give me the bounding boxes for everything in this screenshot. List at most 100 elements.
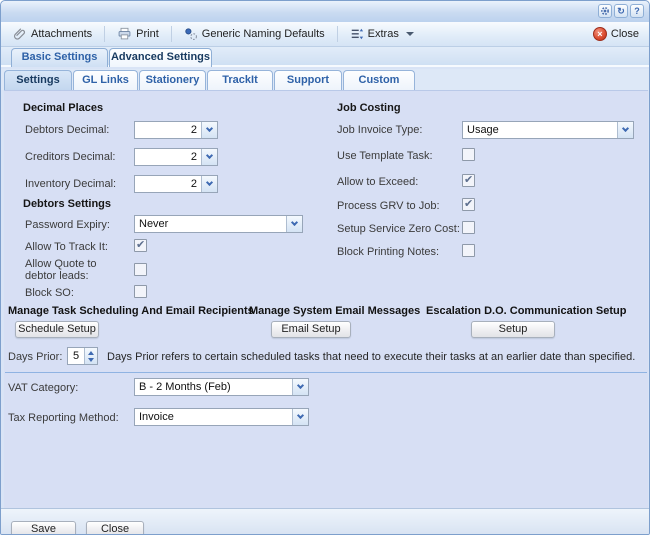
- field-label: Block SO:: [25, 287, 74, 299]
- password-expiry-select[interactable]: Never: [134, 215, 303, 233]
- chevron-down-icon[interactable]: [201, 176, 217, 192]
- chevron-down-icon[interactable]: [201, 149, 217, 165]
- select-value: 2: [135, 149, 201, 165]
- close-button-footer[interactable]: Close: [86, 521, 144, 535]
- subtab-custom-fields[interactable]: Custom Fields: [343, 70, 415, 90]
- chevron-down-icon[interactable]: [286, 216, 302, 232]
- heading-manage-task-scheduling: Manage Task Scheduling And Email Recipie…: [8, 305, 254, 317]
- field-label: Block Printing Notes:: [337, 246, 439, 258]
- heading-escalation-do-setup: Escalation D.O. Communication Setup: [426, 305, 626, 317]
- escalation-setup-button[interactable]: Setup: [471, 321, 555, 338]
- chevron-down-icon[interactable]: [617, 122, 633, 138]
- section-title-job-costing: Job Costing: [337, 102, 401, 114]
- print-button[interactable]: Print: [111, 25, 165, 43]
- days-prior-spinner[interactable]: 5: [67, 347, 98, 365]
- chevron-down-icon[interactable]: [201, 122, 217, 138]
- attachments-button[interactable]: Attachments: [7, 25, 98, 43]
- field-label: Use Template Task:: [337, 150, 433, 162]
- vat-category-select[interactable]: B - 2 Months (Feb): [134, 378, 309, 396]
- generic-naming-defaults-button[interactable]: Generic Naming Defaults: [178, 25, 331, 43]
- naming-defaults-icon: [184, 27, 198, 41]
- section-title-decimal-places: Decimal Places: [23, 102, 103, 114]
- field-label: Creditors Decimal:: [25, 151, 115, 163]
- select-value: Invoice: [135, 409, 292, 425]
- subtab-settings[interactable]: Settings: [4, 70, 72, 90]
- toolbar: Attachments Print Generic Naming Default…: [1, 22, 649, 47]
- settings-window: ↻ ? Attachments Print: [0, 0, 650, 535]
- field-label: Process GRV to Job:: [337, 200, 440, 212]
- heading-manage-system-email: Manage System Email Messages: [249, 305, 420, 317]
- field-label: Inventory Decimal:: [25, 178, 116, 190]
- footer-bar: Save Close: [1, 508, 649, 535]
- tax-reporting-method-select[interactable]: Invoice: [134, 408, 309, 426]
- setup-service-zero-cost-checkbox[interactable]: [462, 221, 475, 234]
- tab-label: Stationery: [146, 74, 200, 86]
- tab-label: Advanced Settings: [111, 51, 210, 63]
- subtab-stationery[interactable]: Stationery: [139, 70, 206, 90]
- days-prior-description: Days Prior refers to certain scheduled t…: [107, 351, 642, 363]
- tab-basic-settings[interactable]: Basic Settings: [11, 48, 108, 67]
- field-label: Allow To Track It:: [25, 241, 108, 253]
- printer-icon: [117, 27, 132, 41]
- field-label: Allow to Exceed:: [337, 176, 418, 188]
- tab-label: Basic Settings: [22, 51, 98, 63]
- save-button[interactable]: Save: [11, 521, 76, 535]
- close-icon: ×: [593, 27, 607, 41]
- inventory-decimal-select[interactable]: 2: [134, 175, 218, 193]
- field-label: Tax Reporting Method:: [8, 412, 119, 424]
- tab-label: TrackIt: [222, 74, 257, 86]
- select-value: Usage: [463, 122, 617, 138]
- close-label: Close: [611, 28, 639, 40]
- select-value: 2: [135, 122, 201, 138]
- subtab-gl-links[interactable]: GL Links: [73, 70, 138, 90]
- field-label: Password Expiry:: [25, 219, 110, 231]
- subtab-support-logs[interactable]: Support Logs: [274, 70, 342, 90]
- divider: [5, 372, 647, 373]
- spinner-down-icon[interactable]: [88, 358, 94, 362]
- main-tab-strip: Basic Settings Advanced Settings: [1, 47, 649, 67]
- refresh-icon: ↻: [617, 6, 625, 17]
- titlebar: ↻ ?: [1, 1, 649, 22]
- gear-icon: [600, 6, 610, 16]
- job-invoice-type-select[interactable]: Usage: [462, 121, 634, 139]
- attachments-label: Attachments: [31, 28, 92, 40]
- extras-icon: [350, 27, 364, 41]
- tab-label: Settings: [16, 74, 59, 86]
- caret-down-icon: [406, 32, 414, 36]
- tab-label: GL Links: [82, 74, 129, 86]
- allow-quote-debtor-leads-checkbox[interactable]: [134, 263, 147, 276]
- extras-button[interactable]: Extras: [344, 25, 420, 43]
- allow-to-track-it-checkbox[interactable]: [134, 239, 147, 252]
- close-button[interactable]: × Close: [589, 25, 643, 43]
- tab-advanced-settings[interactable]: Advanced Settings: [109, 48, 212, 67]
- email-setup-button[interactable]: Email Setup: [271, 321, 351, 338]
- section-title-debtors-settings: Debtors Settings: [23, 198, 111, 210]
- creditors-decimal-select[interactable]: 2: [134, 148, 218, 166]
- days-prior-label: Days Prior:: [8, 351, 62, 363]
- help-icon: ?: [634, 6, 640, 16]
- select-value: 2: [135, 176, 201, 192]
- paperclip-icon: [13, 27, 27, 41]
- block-printing-notes-checkbox[interactable]: [462, 244, 475, 257]
- chevron-down-icon[interactable]: [292, 379, 308, 395]
- allow-to-exceed-checkbox[interactable]: [462, 174, 475, 187]
- spinner-up-icon[interactable]: [88, 351, 94, 355]
- field-label: Allow Quote to debtor leads:: [25, 258, 127, 282]
- chevron-down-icon[interactable]: [292, 409, 308, 425]
- field-label: VAT Category:: [8, 382, 78, 394]
- refresh-button[interactable]: ↻: [614, 4, 628, 18]
- select-value: B - 2 Months (Feb): [135, 379, 292, 395]
- gear-button[interactable]: [598, 4, 612, 18]
- debtors-decimal-select[interactable]: 2: [134, 121, 218, 139]
- print-label: Print: [136, 28, 159, 40]
- help-button[interactable]: ?: [630, 4, 644, 18]
- generic-naming-defaults-label: Generic Naming Defaults: [202, 28, 325, 40]
- subtab-trackit[interactable]: TrackIt: [207, 70, 273, 90]
- process-grv-to-job-checkbox[interactable]: [462, 198, 475, 211]
- toolbar-separator: [104, 26, 105, 42]
- block-so-checkbox[interactable]: [134, 285, 147, 298]
- use-template-task-checkbox[interactable]: [462, 148, 475, 161]
- sub-tab-strip: Settings GL Links Stationery TrackIt Sup…: [1, 69, 649, 90]
- schedule-setup-button[interactable]: Schedule Setup: [15, 321, 99, 338]
- field-label: Debtors Decimal:: [25, 124, 109, 136]
